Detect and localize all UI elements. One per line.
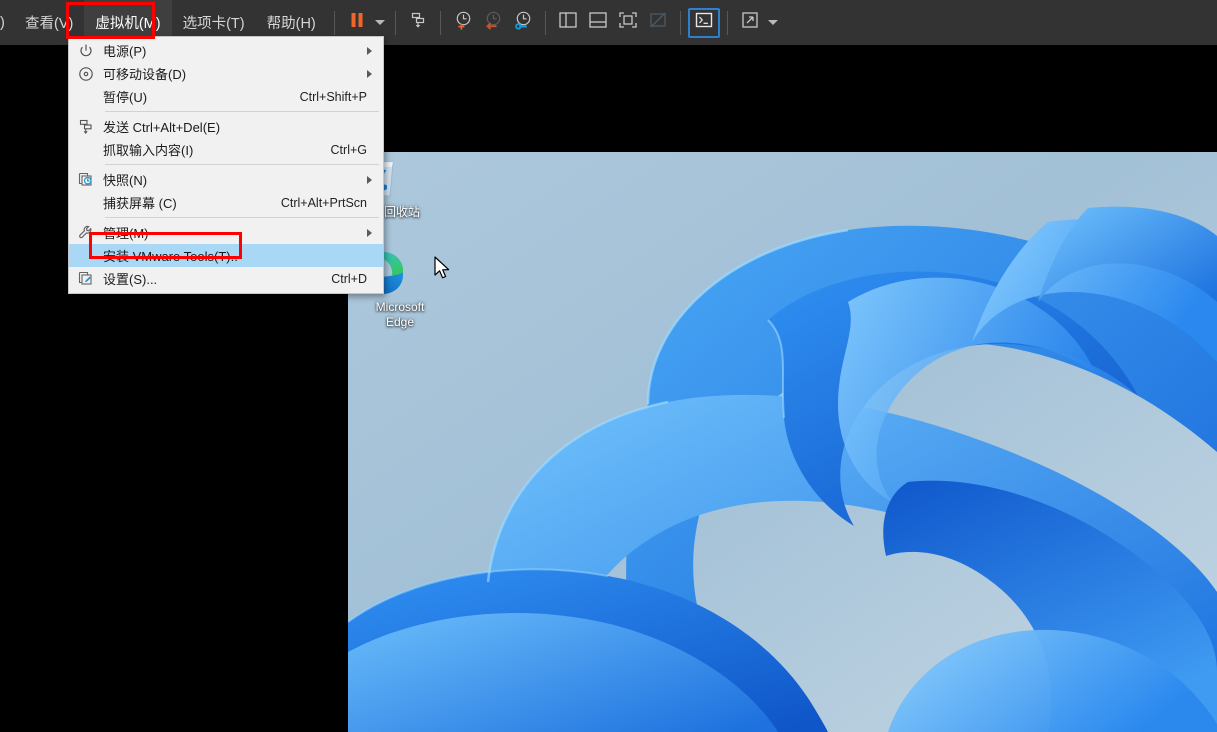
menu-item-label: 发送 Ctrl+Alt+Del(E) (103, 120, 221, 135)
menu-item-snapshot[interactable]: 快照(N) (69, 168, 383, 191)
terminal-icon (695, 12, 713, 33)
expand-arrows-icon (740, 11, 760, 34)
snapshot-revert-icon (482, 9, 504, 36)
snapshot-add-icon (452, 9, 474, 36)
no-icon (69, 85, 103, 108)
menu-item-accelerator: Ctrl+Shift+P (299, 89, 367, 104)
menu-item-power[interactable]: 电源(P) (69, 39, 383, 62)
vm-letterbox-bar (348, 45, 1217, 152)
wrench-icon (69, 221, 103, 244)
menu-item-install-vmware-tools[interactable]: 安装 VMware Tools(T).. (69, 244, 383, 267)
take-snapshot-button[interactable] (448, 8, 478, 38)
pause-icon (348, 11, 366, 34)
menu-item-removable-devices[interactable]: 可移动设备(D) (69, 62, 383, 85)
settings-icon (69, 267, 103, 290)
menu-item-accelerator: Ctrl+G (330, 142, 367, 157)
menu-item-manage[interactable]: 管理(M) (69, 221, 383, 244)
menu-truncated[interactable]: ) (0, 0, 14, 45)
vm-guest-screen[interactable]: 回收站 Microsoft Edge (348, 45, 1217, 732)
submenu-arrow-icon (367, 228, 372, 237)
removable-device-icon (69, 62, 103, 85)
menu-item-label: 设置(S)... (103, 272, 158, 287)
submenu-arrow-icon (367, 175, 372, 184)
send-ctrl-alt-del-button[interactable] (403, 8, 433, 38)
stretch-button[interactable] (735, 8, 765, 38)
chevron-down-icon (374, 20, 385, 25)
menu-separator (105, 111, 379, 112)
menu-separator (105, 217, 379, 218)
toolbar-divider (439, 10, 441, 35)
snapshot-manager-icon (512, 9, 534, 36)
toolbar-divider (394, 10, 396, 35)
windows-desktop-wallpaper[interactable]: 回收站 Microsoft Edge (348, 152, 1217, 732)
desktop-icon-label-line1: Microsoft (375, 300, 425, 314)
toolbar-divider (544, 10, 546, 35)
toolbar-divider (679, 10, 681, 35)
stretch-dropdown-caret[interactable] (765, 8, 781, 38)
menu-item-accelerator: Ctrl+D (331, 271, 367, 286)
submenu-arrow-icon (367, 46, 372, 55)
menu-item-pause[interactable]: 暂停(U) Ctrl+Shift+P (69, 85, 383, 108)
unity-mode-icon (648, 11, 668, 34)
fullscreen-icon (618, 11, 638, 34)
unity-mode-button[interactable] (643, 8, 673, 38)
menu-item-settings[interactable]: 设置(S)... Ctrl+D (69, 267, 383, 290)
no-icon (69, 191, 103, 214)
power-dropdown-caret[interactable] (372, 8, 388, 38)
fullscreen-button[interactable] (613, 8, 643, 38)
submenu-arrow-icon (367, 69, 372, 78)
menu-item-label: 快照(N) (103, 173, 148, 188)
panel-left-icon (558, 11, 578, 34)
snapshot-icon (69, 168, 103, 191)
show-thumbnail-bar-button[interactable] (583, 8, 613, 38)
toolbar-divider (726, 10, 728, 35)
show-library-button[interactable] (553, 8, 583, 38)
no-icon (69, 138, 103, 161)
pause-button[interactable] (342, 8, 372, 38)
vmware-workstation-window: ) 查看(V) 虚拟机(M) 选项卡(T) 帮助(H) 回收站 Microsof… (0, 0, 1217, 732)
chevron-down-icon (767, 20, 778, 25)
bloom-wallpaper-art (348, 152, 1217, 732)
vm-menu-dropdown[interactable]: 电源(P) 可移动设备(D) 暂停(U) Ctrl+Shift+P 发送 Ctr… (68, 36, 384, 294)
send-keys-icon (408, 10, 428, 35)
desktop-icon-label-line2: Edge (385, 315, 415, 329)
menu-item-accelerator: Ctrl+Alt+PrtScn (280, 195, 367, 210)
menu-item-label: 捕获屏幕 (C) (103, 196, 177, 211)
console-button[interactable] (687, 7, 720, 38)
menu-item-grab-input[interactable]: 抓取输入内容(I) Ctrl+G (69, 138, 383, 161)
power-icon (69, 39, 103, 62)
menu-item-label: 管理(M) (103, 226, 149, 241)
snapshot-manager-button[interactable] (508, 8, 538, 38)
menu-item-label: 电源(P) (103, 44, 147, 59)
menu-item-label: 暂停(U) (103, 90, 148, 105)
menu-separator (105, 164, 379, 165)
toolbar-divider (333, 10, 335, 35)
no-icon (69, 244, 103, 267)
menu-item-send-ctrl-alt-del[interactable]: 发送 Ctrl+Alt+Del(E) (69, 115, 383, 138)
revert-snapshot-button[interactable] (478, 8, 508, 38)
menu-item-label: 安装 VMware Tools(T).. (103, 249, 238, 264)
menu-item-capture-screen[interactable]: 捕获屏幕 (C) Ctrl+Alt+PrtScn (69, 191, 383, 214)
desktop-icon-label: 回收站 (383, 205, 420, 219)
panel-bottom-icon (588, 11, 608, 34)
menu-item-label: 可移动设备(D) (103, 67, 187, 82)
menu-item-label: 抓取输入内容(I) (103, 143, 194, 158)
send-keys-icon (69, 115, 103, 138)
